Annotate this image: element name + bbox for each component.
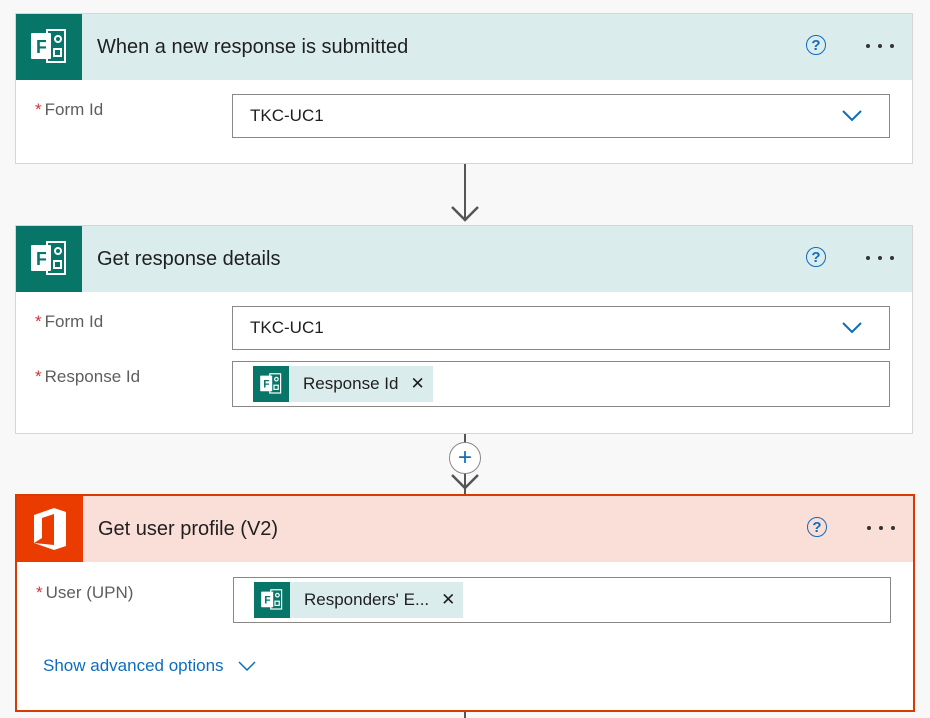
forms-icon: F	[16, 14, 82, 80]
form-id-dropdown[interactable]: TKC-UC1	[232, 94, 890, 138]
get-response-card[interactable]: F Get response details ? * Form Id TKC-UC…	[15, 225, 913, 434]
form-id-dropdown[interactable]: TKC-UC1	[232, 306, 890, 350]
add-step-button[interactable]: +	[449, 442, 481, 474]
form-id-label: * Form Id	[35, 312, 104, 331]
svg-text:F: F	[36, 249, 47, 269]
card-title: When a new response is submitted	[97, 35, 409, 58]
svg-text:F: F	[264, 595, 271, 607]
card-title: Get user profile (V2)	[98, 517, 279, 540]
help-icon[interactable]: ?	[806, 247, 826, 267]
response-id-row: * Response Id F Response Id ✕	[35, 361, 890, 407]
response-id-input[interactable]: F Response Id ✕	[232, 361, 890, 407]
form-id-label: * Form Id	[35, 100, 104, 119]
chevron-down-icon	[238, 661, 256, 671]
token-label: Responders' E...	[304, 590, 430, 609]
connector-line	[464, 712, 466, 718]
trigger-card-header[interactable]: F When a new response is submitted ?	[16, 14, 912, 80]
office-icon	[17, 496, 83, 562]
arrow-down-icon	[451, 206, 479, 222]
dynamic-content-token[interactable]: F Responders' E... ✕	[254, 582, 464, 618]
card-title: Get response details	[97, 247, 281, 270]
close-icon[interactable]: ✕	[441, 590, 455, 610]
get-response-card-header[interactable]: F Get response details ?	[16, 226, 912, 292]
more-options-icon[interactable]	[867, 526, 895, 530]
more-options-icon[interactable]	[866, 44, 894, 48]
forms-icon: F	[253, 366, 289, 402]
response-id-label: * Response Id	[35, 367, 141, 386]
svg-text:F: F	[36, 37, 47, 57]
more-options-icon[interactable]	[866, 256, 894, 260]
help-icon[interactable]: ?	[807, 517, 827, 537]
get-user-profile-card[interactable]: Get user profile (V2) ? * User (UPN) F Re…	[15, 494, 915, 712]
dynamic-content-token[interactable]: F Response Id ✕	[253, 366, 433, 402]
advanced-options-label: Show advanced options	[43, 656, 224, 675]
trigger-card[interactable]: F When a new response is submitted ? * Fo…	[15, 13, 913, 164]
form-id-row: * Form Id TKC-UC1	[35, 306, 890, 350]
close-icon[interactable]: ✕	[410, 374, 424, 394]
svg-text:F: F	[263, 379, 270, 391]
chevron-down-icon[interactable]	[842, 322, 862, 334]
show-advanced-options-link[interactable]: Show advanced options	[43, 656, 256, 676]
chevron-down-icon[interactable]	[842, 110, 862, 122]
forms-icon: F	[16, 226, 82, 292]
user-upn-input[interactable]: F Responders' E... ✕	[233, 577, 891, 623]
user-upn-row: * User (UPN) F Responders' E... ✕	[36, 577, 891, 623]
form-id-value: TKC-UC1	[250, 106, 324, 125]
user-upn-label: * User (UPN)	[36, 583, 134, 602]
form-id-row: * Form Id TKC-UC1	[35, 94, 890, 138]
get-user-profile-card-header[interactable]: Get user profile (V2) ?	[17, 496, 913, 562]
token-label: Response Id	[303, 374, 399, 393]
help-icon[interactable]: ?	[806, 35, 826, 55]
form-id-value: TKC-UC1	[250, 318, 324, 337]
forms-icon: F	[254, 582, 290, 618]
